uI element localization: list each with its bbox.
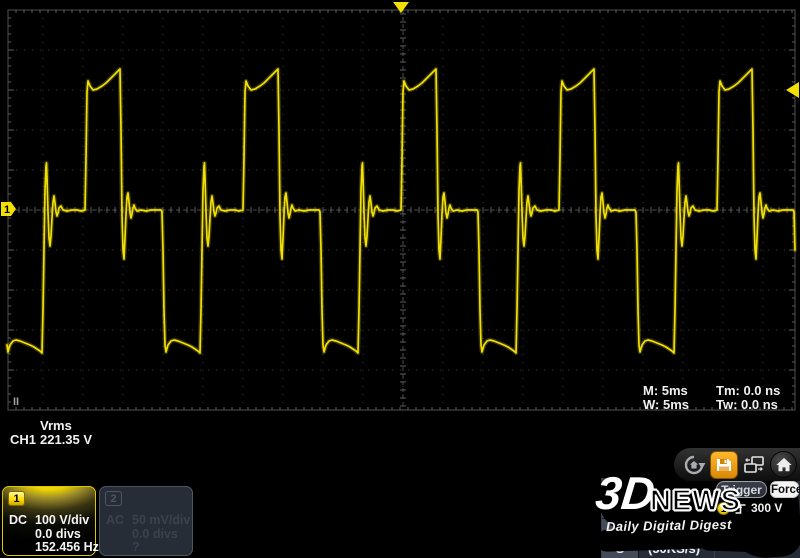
watermark-tagline: Daily Digital Digest — [606, 518, 732, 533]
trigger-level-marker[interactable] — [786, 82, 799, 98]
channel1-badge: 1 — [8, 491, 25, 506]
dual-display-icon[interactable] — [741, 452, 767, 478]
channel1-scale: 100 V/div — [35, 514, 89, 528]
measurement-channel: CH1 — [10, 433, 40, 447]
channel2-scale: 50 mV/div — [132, 514, 190, 528]
save-icon[interactable] — [710, 451, 738, 479]
home-icon[interactable] — [770, 451, 797, 478]
channel1-panel[interactable]: 1 DC100 V/div 0.0 divs 152.456 Hz — [2, 486, 96, 556]
channel2-frequency: ? — [132, 541, 140, 555]
force-button[interactable]: Force — [770, 481, 799, 498]
channel2-badge: 2 — [105, 491, 122, 506]
watermark-blob — [700, 532, 797, 553]
channel2-coupling: AC — [106, 514, 132, 528]
measurement-readout: Vrms CH1221.35 V — [10, 419, 92, 447]
channel2-panel[interactable]: 2 AC50 mV/div 0.0 divs ? — [99, 486, 193, 556]
channel2-position: 0.0 divs — [132, 528, 178, 542]
timebase-tm: Tm: 0.0 ns — [716, 383, 780, 398]
timebase-main: M: 5ms — [643, 383, 688, 398]
channel1-marker-label: 1 — [4, 204, 10, 216]
return-home-icon[interactable] — [681, 452, 707, 478]
channel2-info: AC50 mV/div 0.0 divs ? — [106, 514, 190, 555]
trigger-position-marker[interactable] — [393, 2, 409, 13]
channel1-coupling: DC — [9, 514, 35, 528]
channel1-position-marker[interactable]: 1 — [1, 202, 16, 216]
oscilloscope-screen: 1 II M: 5ms W: 5ms Tm: 0.0 ns Tw: 0.0 ns… — [0, 0, 800, 558]
measurement-name: Vrms — [40, 419, 92, 433]
watermark-logo-3d: 3D — [594, 470, 658, 516]
run-state-indicator: II — [13, 396, 19, 408]
measurement-value: 221.35 V — [40, 433, 92, 447]
watermark-logo-news: NEWS — [650, 487, 741, 516]
trigger-level-value: 300 V — [751, 501, 782, 516]
channel1-frequency: 152.456 Hz — [35, 541, 99, 555]
channel1-info: DC100 V/div 0.0 divs 152.456 Hz — [9, 514, 93, 555]
channel1-position: 0.0 divs — [35, 528, 81, 542]
timebase-window: W: 5ms — [643, 397, 689, 412]
timebase-tw: Tw: 0.0 ns — [716, 397, 778, 412]
scope-display: 1 II M: 5ms W: 5ms Tm: 0.0 ns Tw: 0.0 ns — [0, 0, 800, 446]
quick-toolbar — [674, 448, 800, 481]
